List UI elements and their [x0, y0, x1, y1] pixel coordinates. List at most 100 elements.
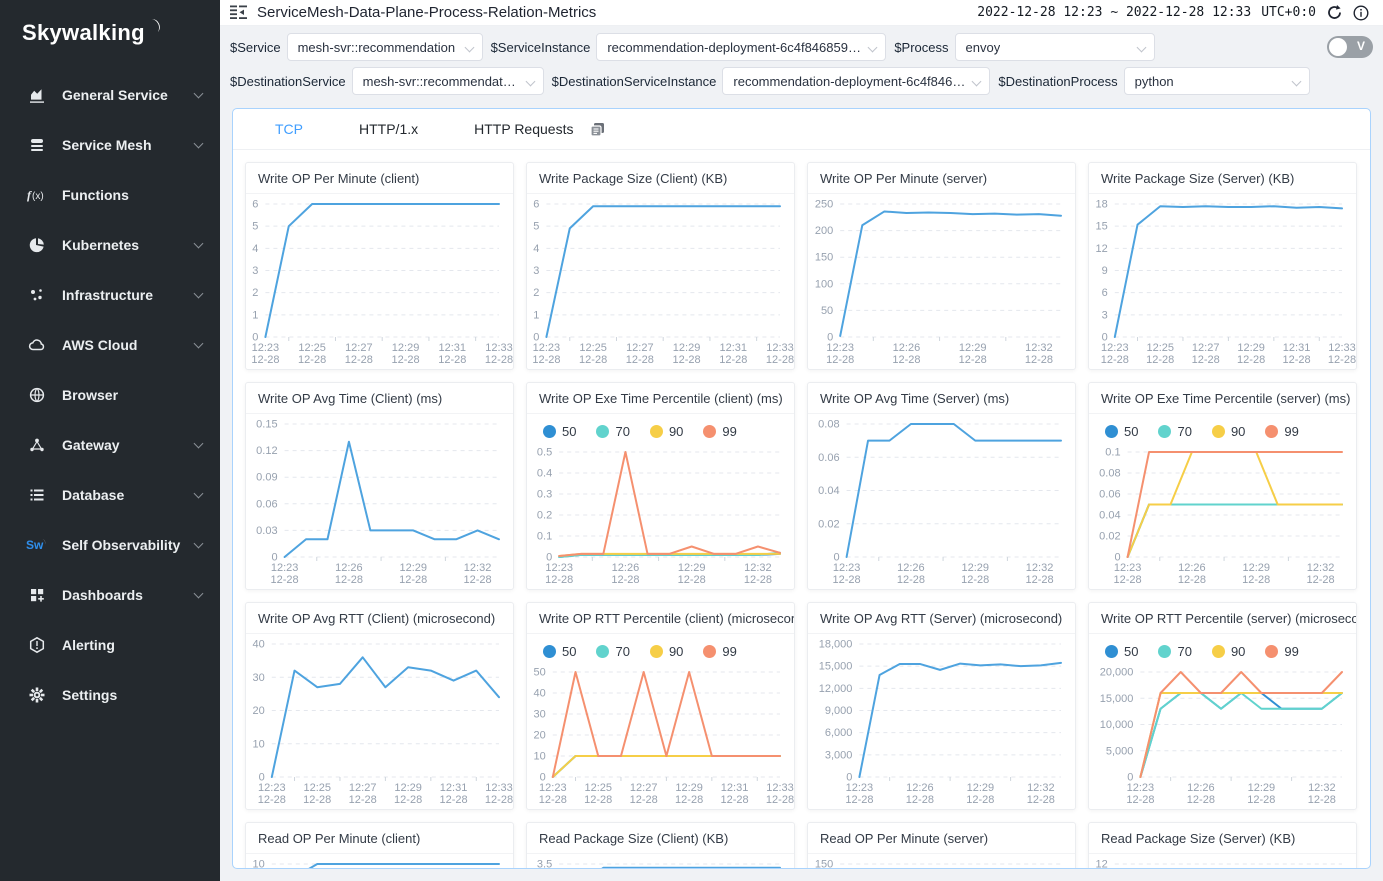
- sidebar-item-kubernetes[interactable]: Kubernetes: [0, 220, 220, 270]
- chevron-down-icon: [1291, 77, 1301, 87]
- sidebar-item-label: Gateway: [62, 437, 195, 453]
- svg-text:12:23: 12:23: [271, 562, 299, 574]
- legend-label: 50: [1124, 424, 1138, 439]
- chart-title: Write OP RTT Percentile (client) (micros…: [527, 603, 794, 634]
- legend-dot-icon: [543, 425, 556, 438]
- chart-plot[interactable]: 5070909900.10.20.30.40.512:2312-2812:261…: [527, 414, 794, 589]
- sidebar-item-settings[interactable]: Settings: [0, 670, 220, 720]
- svg-text:12:23: 12:23: [833, 562, 861, 574]
- chart-plot[interactable]: 036912151812:2312-2812:2512-2812:2712-28…: [1089, 194, 1356, 369]
- sidebar-item-alerting[interactable]: Alerting: [0, 620, 220, 670]
- legend-item[interactable]: 99: [703, 424, 736, 439]
- chart-plot[interactable]: 01020304012:2312-2812:2512-2812:2712-281…: [246, 634, 513, 809]
- legend-item[interactable]: 90: [650, 644, 683, 659]
- legend-item[interactable]: 99: [703, 644, 736, 659]
- legend-item[interactable]: 70: [596, 644, 629, 659]
- sidebar-item-functions[interactable]: f(x) Functions: [0, 170, 220, 220]
- svg-text:6: 6: [1102, 287, 1108, 299]
- chart-plot[interactable]: 012345612:2312-2812:2512-2812:2712-2812:…: [527, 194, 794, 369]
- filter-label: $DestinationServiceInstance: [552, 74, 717, 89]
- sidebar-item-service-mesh[interactable]: Service Mesh: [0, 120, 220, 170]
- svg-text:12,000: 12,000: [819, 683, 853, 695]
- chart-plot[interactable]: 5070909900.020.040.060.080.112:2312-2812…: [1089, 414, 1356, 589]
- svg-text:12:31: 12:31: [720, 342, 748, 354]
- chevron-down-icon: [194, 138, 204, 148]
- sidebar-item-database[interactable]: Database: [0, 470, 220, 520]
- legend-label: 70: [615, 644, 629, 659]
- chart-plot[interactable]: 00.030.060.090.120.1512:2312-2812:2612-2…: [246, 414, 513, 589]
- legend-item[interactable]: 70: [1158, 424, 1191, 439]
- view-toggle[interactable]: V: [1327, 36, 1373, 58]
- legend-dot-icon: [1212, 425, 1225, 438]
- legend-item[interactable]: 50: [1105, 424, 1138, 439]
- destination-service-select[interactable]: mesh-svr::recommendation: [352, 67, 544, 95]
- svg-text:30: 30: [534, 709, 546, 721]
- service-instance-select[interactable]: recommendation-deployment-6c4f846859-l8r…: [596, 33, 886, 61]
- chart-plot[interactable]: 02468101212:2312-2812:2512-2812:2712-281…: [1089, 854, 1356, 869]
- legend-item[interactable]: 50: [543, 424, 576, 439]
- collapse-sidebar-icon[interactable]: [230, 5, 247, 20]
- chart-plot[interactable]: 00.020.040.060.0812:2312-2812:2612-2812:…: [808, 414, 1075, 589]
- destination-process-select[interactable]: python: [1124, 67, 1310, 95]
- service-select[interactable]: mesh-svr::recommendation: [287, 33, 483, 61]
- sidebar-item-dashboards[interactable]: Dashboards: [0, 570, 220, 620]
- legend-item[interactable]: 99: [1265, 424, 1298, 439]
- kubernetes-icon: [26, 235, 48, 255]
- chart-plot[interactable]: 00.511.522.533.512:2312-2812:2512-2812:2…: [527, 854, 794, 869]
- sidebar-item-aws-cloud[interactable]: AWS Cloud: [0, 320, 220, 370]
- chart-plot[interactable]: 05010015020025012:2312-2812:2612-2812:29…: [808, 194, 1075, 369]
- chart-plot[interactable]: 012345612:2312-2812:2512-2812:2712-2812:…: [246, 194, 513, 369]
- legend-item[interactable]: 99: [1265, 644, 1298, 659]
- legend-item[interactable]: 50: [1105, 644, 1138, 659]
- legend-dot-icon: [1105, 645, 1118, 658]
- sidebar-item-browser[interactable]: Browser: [0, 370, 220, 420]
- legend-item[interactable]: 50: [543, 644, 576, 659]
- process-select[interactable]: envoy: [955, 33, 1155, 61]
- sw-icon: Sw: [26, 535, 48, 555]
- chart-plot[interactable]: 507090990102030405012:2312-2812:2512-281…: [527, 634, 794, 809]
- chart-svg: 05,00010,00015,00020,00012:2312-2812:261…: [1089, 662, 1356, 807]
- bar-chart-icon: [26, 85, 48, 105]
- svg-text:12:31: 12:31: [440, 782, 468, 794]
- chart-card: Write OP Avg RTT (Client) (microsecond) …: [245, 602, 514, 810]
- sidebar-item-infrastructure[interactable]: Infrastructure: [0, 270, 220, 320]
- chevron-down-icon: [972, 77, 982, 87]
- svg-text:5,000: 5,000: [1106, 745, 1134, 757]
- legend-item[interactable]: 70: [1158, 644, 1191, 659]
- legend-item[interactable]: 70: [596, 424, 629, 439]
- legend-label: 50: [1124, 644, 1138, 659]
- svg-text:12:32: 12:32: [1026, 562, 1054, 574]
- legend-item[interactable]: 90: [1212, 644, 1245, 659]
- svg-text:12-28: 12-28: [1025, 574, 1053, 586]
- tab-http1x[interactable]: HTTP/1.x: [359, 121, 418, 137]
- svg-text:12-28: 12-28: [1146, 354, 1174, 366]
- legend-item[interactable]: 90: [1212, 424, 1245, 439]
- tab-tcp[interactable]: TCP: [275, 121, 303, 137]
- svg-text:12-28: 12-28: [1282, 354, 1310, 366]
- svg-text:6: 6: [533, 199, 539, 211]
- chart-plot[interactable]: 024681012:2312-2812:2512-2812:2712-2812:…: [246, 854, 513, 869]
- filter-process: $Process envoy: [894, 33, 1154, 61]
- copy-icon[interactable]: [589, 121, 606, 138]
- chart-title: Write OP Avg RTT (Server) (microsecond): [808, 603, 1075, 634]
- chart-plot[interactable]: 030609012015012:2312-2812:2612-2812:2912…: [808, 854, 1075, 869]
- chart-plot[interactable]: 5070909905,00010,00015,00020,00012:2312-…: [1089, 634, 1356, 809]
- time-range[interactable]: 2022-12-28 12:23 ~ 2022-12-28 12:33: [977, 5, 1251, 20]
- legend-dot-icon: [596, 425, 609, 438]
- chart-plot[interactable]: 03,0006,0009,00012,00015,00018,00012:231…: [808, 634, 1075, 809]
- skywalking-logo[interactable]: Skywalking: [0, 0, 220, 56]
- refresh-icon[interactable]: [1326, 4, 1343, 21]
- sidebar-item-self-observability[interactable]: Sw Self Observability: [0, 520, 220, 570]
- svg-text:40: 40: [253, 639, 265, 651]
- tab-http-requests[interactable]: HTTP Requests: [474, 121, 573, 137]
- chart-title: Read OP Per Minute (client): [246, 823, 513, 854]
- sidebar-item-gateway[interactable]: Gateway: [0, 420, 220, 470]
- destination-service-instance-select[interactable]: recommendation-deployment-6c4f846859-l8r…: [722, 67, 990, 95]
- chart-title: Read OP Per Minute (server): [808, 823, 1075, 854]
- legend-item[interactable]: 90: [650, 424, 683, 439]
- svg-text:12:23: 12:23: [1127, 782, 1155, 794]
- sidebar-item-general-service[interactable]: General Service: [0, 70, 220, 120]
- info-icon[interactable]: [1353, 5, 1369, 21]
- svg-text:12-28: 12-28: [766, 354, 794, 366]
- svg-text:12-28: 12-28: [1308, 794, 1336, 806]
